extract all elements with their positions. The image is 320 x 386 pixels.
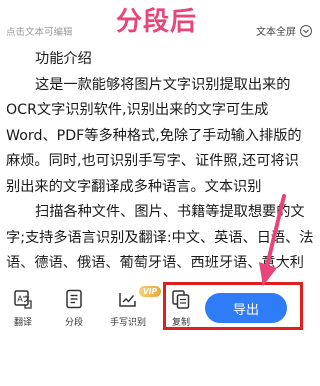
annotation-title: 分段后 — [116, 7, 198, 37]
translate-button[interactable]: A 翻译 — [0, 288, 46, 328]
bottom-blank-area — [0, 336, 320, 386]
text-line: 这是一款能够将图片文字识别提取出来的 — [35, 76, 291, 93]
fullscreen-toggle[interactable]: 文本全屏 — [256, 23, 312, 38]
app-screen: 点击文本可编辑 分段后 文本全屏 功能介绍 这是一款能够将图片文字识别提取出来的… — [0, 0, 320, 386]
export-button[interactable]: 导出 — [205, 293, 287, 323]
text-line: Word、PDF等多种格式,免除了手动输入排版的 — [6, 127, 302, 144]
vip-badge: VIP — [139, 286, 161, 297]
translate-label: 翻译 — [13, 318, 32, 328]
handwriting-label: 手写识别 — [109, 318, 146, 328]
svg-text:A: A — [17, 295, 23, 304]
segment-icon — [66, 289, 82, 309]
handwriting-icon — [119, 293, 136, 307]
segment-button[interactable]: 分段 — [51, 288, 97, 328]
text-line: 别出来的文字翻译成多种语言。文本识别 — [6, 178, 262, 195]
text-line: 功能介绍 — [35, 51, 92, 67]
text-fade — [0, 262, 320, 284]
header: 点击文本可编辑 分段后 文本全屏 — [0, 0, 320, 40]
text-line: 扫描各种文件、图片、书籍等提取想要的文 — [35, 204, 305, 220]
text-line: 字;支持多语言识别及翻译:中文、英语、日语、法 — [6, 229, 314, 246]
chevron-down-icon — [300, 24, 312, 37]
text-line: 麻烦。同时,也可识别手写字、证件照,还可将识 — [6, 153, 299, 169]
recognized-text[interactable]: 功能介绍 这是一款能够将图片文字识别提取出来的 OCR文字识别软件,识别出来的文… — [6, 47, 316, 277]
segment-label: 分段 — [64, 318, 83, 328]
edit-hint: 点击文本可编辑 — [6, 27, 73, 38]
text-line: OCR文字识别软件,识别出来的文字可生成 — [6, 102, 269, 118]
translate-icon: A — [14, 290, 32, 309]
fullscreen-label: 文本全屏 — [256, 27, 296, 38]
